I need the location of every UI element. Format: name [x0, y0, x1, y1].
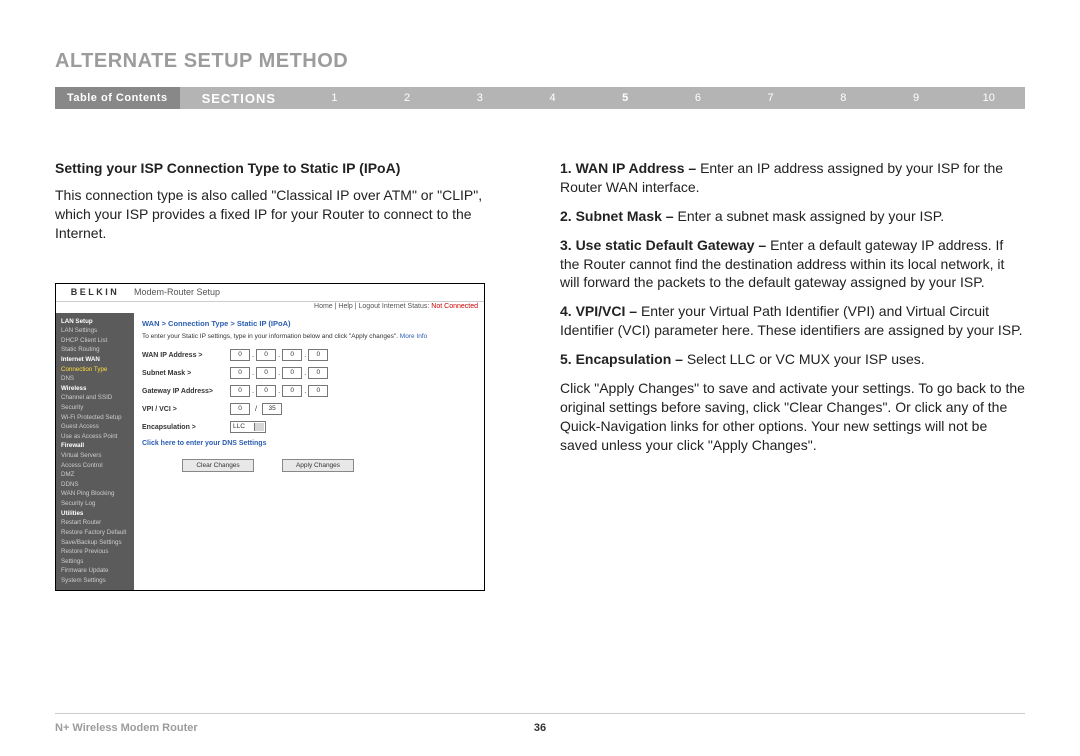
section-link-4[interactable]: 4 — [516, 92, 589, 104]
shot-nav-item[interactable]: Access Control — [61, 461, 129, 471]
shot-nav-item[interactable]: Restore Factory Default — [61, 528, 129, 538]
shot-instructions: To enter your Static IP settings, type i… — [142, 333, 476, 342]
shot-main: WAN > Connection Type > Static IP (IPoA)… — [134, 313, 484, 590]
shot-nav-item[interactable]: Wireless — [61, 384, 129, 394]
dns-link[interactable]: Click here to enter your DNS Settings — [142, 439, 476, 448]
gw-oct1[interactable]: 0 — [230, 385, 250, 397]
belkin-logo: BELKIN — [56, 286, 134, 298]
wan-ip-oct4[interactable]: 0 — [308, 349, 328, 361]
section-link-7[interactable]: 7 — [734, 92, 807, 104]
page-footer: N+ Wireless Modem Router 36 — [55, 713, 1025, 734]
section-link-3[interactable]: 3 — [443, 92, 516, 104]
shot-nav-item[interactable]: Static Routing — [61, 345, 129, 355]
toc-link[interactable]: Table of Contents — [55, 87, 180, 109]
wan-ip-label: WAN IP Address > — [142, 351, 230, 360]
left-column: Setting your ISP Connection Type to Stat… — [55, 159, 520, 591]
breadcrumb: WAN > Connection Type > Static IP (IPoA) — [142, 319, 476, 329]
wan-ip-oct2[interactable]: 0 — [256, 349, 276, 361]
section-link-2[interactable]: 2 — [371, 92, 444, 104]
section-link-8[interactable]: 8 — [807, 92, 880, 104]
apply-changes-button[interactable]: Apply Changes — [282, 459, 354, 472]
gw-oct3[interactable]: 0 — [282, 385, 302, 397]
shot-nav-item[interactable]: Utilities — [61, 509, 129, 519]
shot-statusbar: Home | Help | Logout Internet Status: No… — [56, 302, 484, 312]
shot-nav-item[interactable]: WAN Ping Blocking — [61, 489, 129, 499]
shot-nav-item[interactable]: Use as Access Point — [61, 432, 129, 442]
shot-nav-item[interactable]: Wi-Fi Protected Setup — [61, 413, 129, 423]
section-link-9[interactable]: 9 — [880, 92, 953, 104]
left-heading: Setting your ISP Connection Type to Stat… — [55, 159, 520, 178]
right-item: 2. Subnet Mask – Enter a subnet mask ass… — [560, 207, 1025, 226]
mask-oct4[interactable]: 0 — [308, 367, 328, 379]
shot-nav-item[interactable]: Firmware Update — [61, 566, 129, 576]
shot-nav-item[interactable]: Restore Previous Settings — [61, 547, 129, 566]
wan-ip-oct1[interactable]: 0 — [230, 349, 250, 361]
shot-nav-item[interactable]: LAN Settings — [61, 326, 129, 336]
shot-nav-item[interactable]: Restart Router — [61, 518, 129, 528]
gw-oct4[interactable]: 0 — [308, 385, 328, 397]
shot-nav-item[interactable]: Firewall — [61, 441, 129, 451]
section-link-6[interactable]: 6 — [662, 92, 735, 104]
shot-nav-item[interactable]: Security — [61, 403, 129, 413]
right-item: 4. VPI/VCI – Enter your Virtual Path Ide… — [560, 302, 1025, 340]
vci-input[interactable]: 35 — [262, 403, 282, 415]
shot-nav-item[interactable]: DNS — [61, 374, 129, 384]
mask-oct3[interactable]: 0 — [282, 367, 302, 379]
shot-nav-item[interactable]: DDNS — [61, 480, 129, 490]
status-not-connected: Not Connected — [431, 303, 478, 310]
shot-nav-item[interactable]: Save/Backup Settings — [61, 538, 129, 548]
right-tail: Click "Apply Changes" to save and activa… — [560, 379, 1025, 455]
clear-changes-button[interactable]: Clear Changes — [182, 459, 254, 472]
more-info-link[interactable]: More Info — [400, 333, 427, 340]
shot-nav-item[interactable]: Internet WAN — [61, 355, 129, 365]
encap-select[interactable]: LLC — [230, 421, 266, 433]
shot-nav-item[interactable]: DMZ — [61, 470, 129, 480]
shot-nav-item[interactable]: Virtual Servers — [61, 451, 129, 461]
shot-title: Modem-Router Setup — [134, 286, 484, 298]
right-item: 1. WAN IP Address – Enter an IP address … — [560, 159, 1025, 197]
router-screenshot: BELKIN Modem-Router Setup Home | Help | … — [55, 283, 485, 591]
gateway-label: Gateway IP Address> — [142, 387, 230, 396]
vpivci-label: VPI / VCI > — [142, 405, 230, 414]
wan-ip-oct3[interactable]: 0 — [282, 349, 302, 361]
shot-nav-item[interactable]: DHCP Client List — [61, 336, 129, 346]
right-item: 3. Use static Default Gateway – Enter a … — [560, 236, 1025, 293]
shot-nav-item[interactable]: Connection Type — [61, 365, 129, 375]
mask-oct1[interactable]: 0 — [230, 367, 250, 379]
right-item: 5. Encapsulation – Select LLC or VC MUX … — [560, 350, 1025, 369]
page-number: 36 — [534, 722, 546, 734]
vpi-input[interactable]: 0 — [230, 403, 250, 415]
shot-nav-item[interactable]: Security Log — [61, 499, 129, 509]
shot-nav-item[interactable]: Channel and SSID — [61, 393, 129, 403]
shot-nav-item[interactable]: LAN Setup — [61, 317, 129, 327]
page-title: ALTERNATE SETUP METHOD — [55, 50, 1025, 73]
section-navbar: Table of Contents SECTIONS 12345678910 — [55, 87, 1025, 109]
mask-oct2[interactable]: 0 — [256, 367, 276, 379]
right-column: 1. WAN IP Address – Enter an IP address … — [560, 159, 1025, 591]
subnet-label: Subnet Mask > — [142, 369, 230, 378]
left-paragraph: This connection type is also called "Cla… — [55, 186, 520, 243]
product-name: N+ Wireless Modem Router — [55, 722, 534, 734]
shot-nav-item[interactable]: Guest Access — [61, 422, 129, 432]
encap-label: Encapsulation > — [142, 423, 230, 432]
sections-label: SECTIONS — [180, 91, 298, 106]
section-link-1[interactable]: 1 — [298, 92, 371, 104]
section-link-5[interactable]: 5 — [589, 92, 662, 104]
shot-nav-item[interactable]: System Settings — [61, 576, 129, 586]
shot-sidebar: LAN SetupLAN SettingsDHCP Client ListSta… — [56, 313, 134, 590]
gw-oct2[interactable]: 0 — [256, 385, 276, 397]
section-link-10[interactable]: 10 — [952, 92, 1025, 104]
